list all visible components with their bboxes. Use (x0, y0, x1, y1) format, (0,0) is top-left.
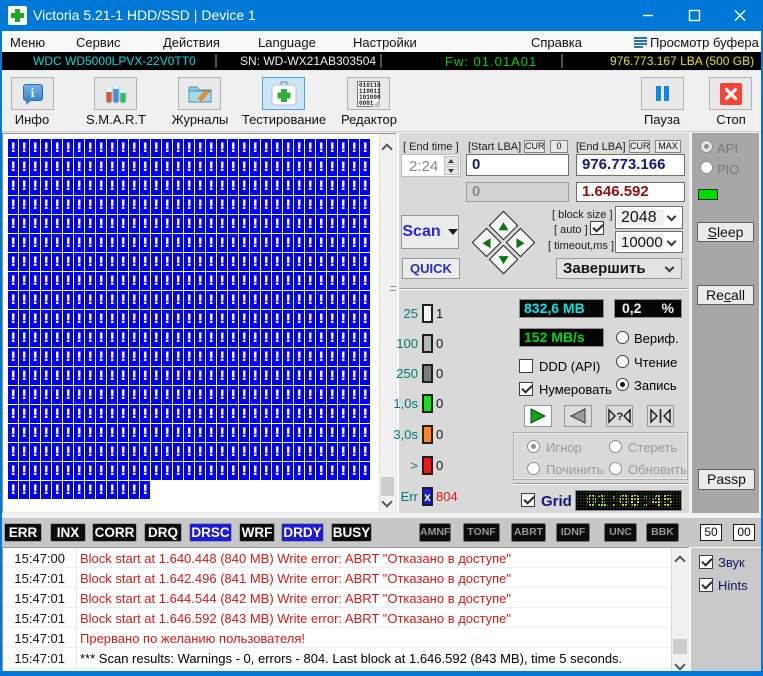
svg-text:?: ? (617, 411, 624, 423)
